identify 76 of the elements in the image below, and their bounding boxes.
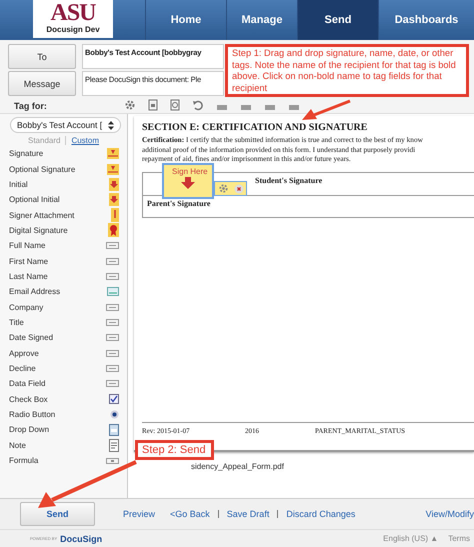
text-tag-icon[interactable] [106,380,119,388]
tag-item[interactable]: Signer Attachment [9,210,74,220]
tag-item[interactable]: Optional Signature [9,164,76,174]
signature-label: Student's Signature [255,176,322,184]
logo-text: ASU [50,4,96,24]
action-link[interactable]: Preview [123,509,156,519]
tag-item[interactable]: Approve [9,348,39,358]
file-name: sidency_Appeal_Form.pdf [190,461,285,471]
tag-tab[interactable]: Custom [71,136,100,145]
tag-item[interactable]: Title [9,318,24,327]
tag-item[interactable]: Decline [9,364,36,373]
initial-tag-icon[interactable] [109,193,119,206]
initial-tag-icon[interactable] [109,178,119,191]
note-tag-icon[interactable] [109,438,119,452]
tag-for-label: Tag for: [13,101,48,111]
text-tag-icon[interactable] [106,318,119,326]
text-tag-icon[interactable] [106,272,119,280]
attachment-tag-icon[interactable] [111,208,119,222]
undo-icon[interactable] [192,99,204,111]
tag-item[interactable]: Note [9,440,26,450]
document-icon[interactable] [148,99,158,111]
annotation-arrow [302,99,352,121]
section-heading: SECTION E: CERTIFICATION AND SIGNATURE [142,122,368,133]
tag-item[interactable]: Optional Initial [9,195,60,204]
to-button[interactable]: To [8,44,76,69]
tag-item[interactable]: Email Address [9,287,60,296]
signature-tag-icon[interactable] [107,148,119,160]
recipient-select[interactable]: Bobby's Test Account [ [10,117,121,133]
close-icon[interactable] [234,184,244,194]
formula-tag-icon[interactable] [106,458,119,464]
action-link[interactable]: View/Modify [426,509,474,519]
signature-label: Parent's Signature [147,198,210,208]
down-arrow-icon [181,177,195,189]
tag-item[interactable]: Formula [9,456,38,466]
tag-item[interactable]: Company [9,302,44,312]
tag-item[interactable]: Digital Signature [9,226,68,235]
email-tag-icon[interactable] [107,287,119,296]
text-tag-icon[interactable] [106,364,119,372]
callout-box: Step 2: Send [135,440,214,460]
text-tag-icon[interactable] [106,304,119,311]
tag-item[interactable]: Last Name [9,272,48,281]
sign-here-label: Sign Here [172,167,208,176]
recipient-name: Bobby's Test Account [ [17,120,102,130]
tag-item[interactable]: Check Box [9,394,48,404]
seal-tag-icon[interactable] [108,223,119,238]
checkbox-tag-icon[interactable] [109,394,119,404]
action-link[interactable]: Save Draft [226,509,270,519]
document-icon[interactable] [170,99,180,111]
text-tag-icon[interactable] [106,334,119,342]
tag-item[interactable]: Signature [9,149,44,158]
tag-item[interactable]: Radio Button [9,410,56,420]
nav-tab[interactable]: Send [297,0,378,40]
gear-icon[interactable] [218,183,228,194]
dropdown-tag-icon[interactable] [109,424,119,436]
gear-icon[interactable] [124,99,136,111]
tag-item[interactable]: First Name [9,256,48,266]
callout-box: Step 1: Drag and drop signature, name, date, or other tags. Note the name of the recipient for that tag is bold above. Click on non-bold name to tag fields for that recipient [225,44,469,97]
message-button[interactable]: Message [8,71,76,96]
text-tag-icon[interactable] [106,350,119,357]
text-tag-icon[interactable] [106,242,119,250]
tag-item[interactable]: Data Field [9,379,46,388]
text-tag-icon[interactable] [106,258,119,265]
logo-subtitle: Docusign Dev [46,26,100,34]
tag-item[interactable]: Drop Down [9,425,50,434]
sign-here-tag[interactable]: Sign Here [162,163,214,199]
tag-item[interactable]: Date Signed [9,333,54,342]
tag-item[interactable]: Full Name [9,241,46,250]
action-link[interactable]: Discard Changes [286,509,356,519]
tag-item[interactable]: Initial [9,180,28,189]
signature-tag-icon[interactable] [107,164,119,175]
send-button[interactable]: Send [20,502,95,526]
brand-logo: DocuSign [60,534,102,544]
action-link[interactable]: <Go Back [170,509,210,519]
logo[interactable]: ASU Docusign Dev [33,0,113,38]
radio-tag-icon[interactable] [110,410,119,420]
updown-caret-icon [108,120,114,130]
